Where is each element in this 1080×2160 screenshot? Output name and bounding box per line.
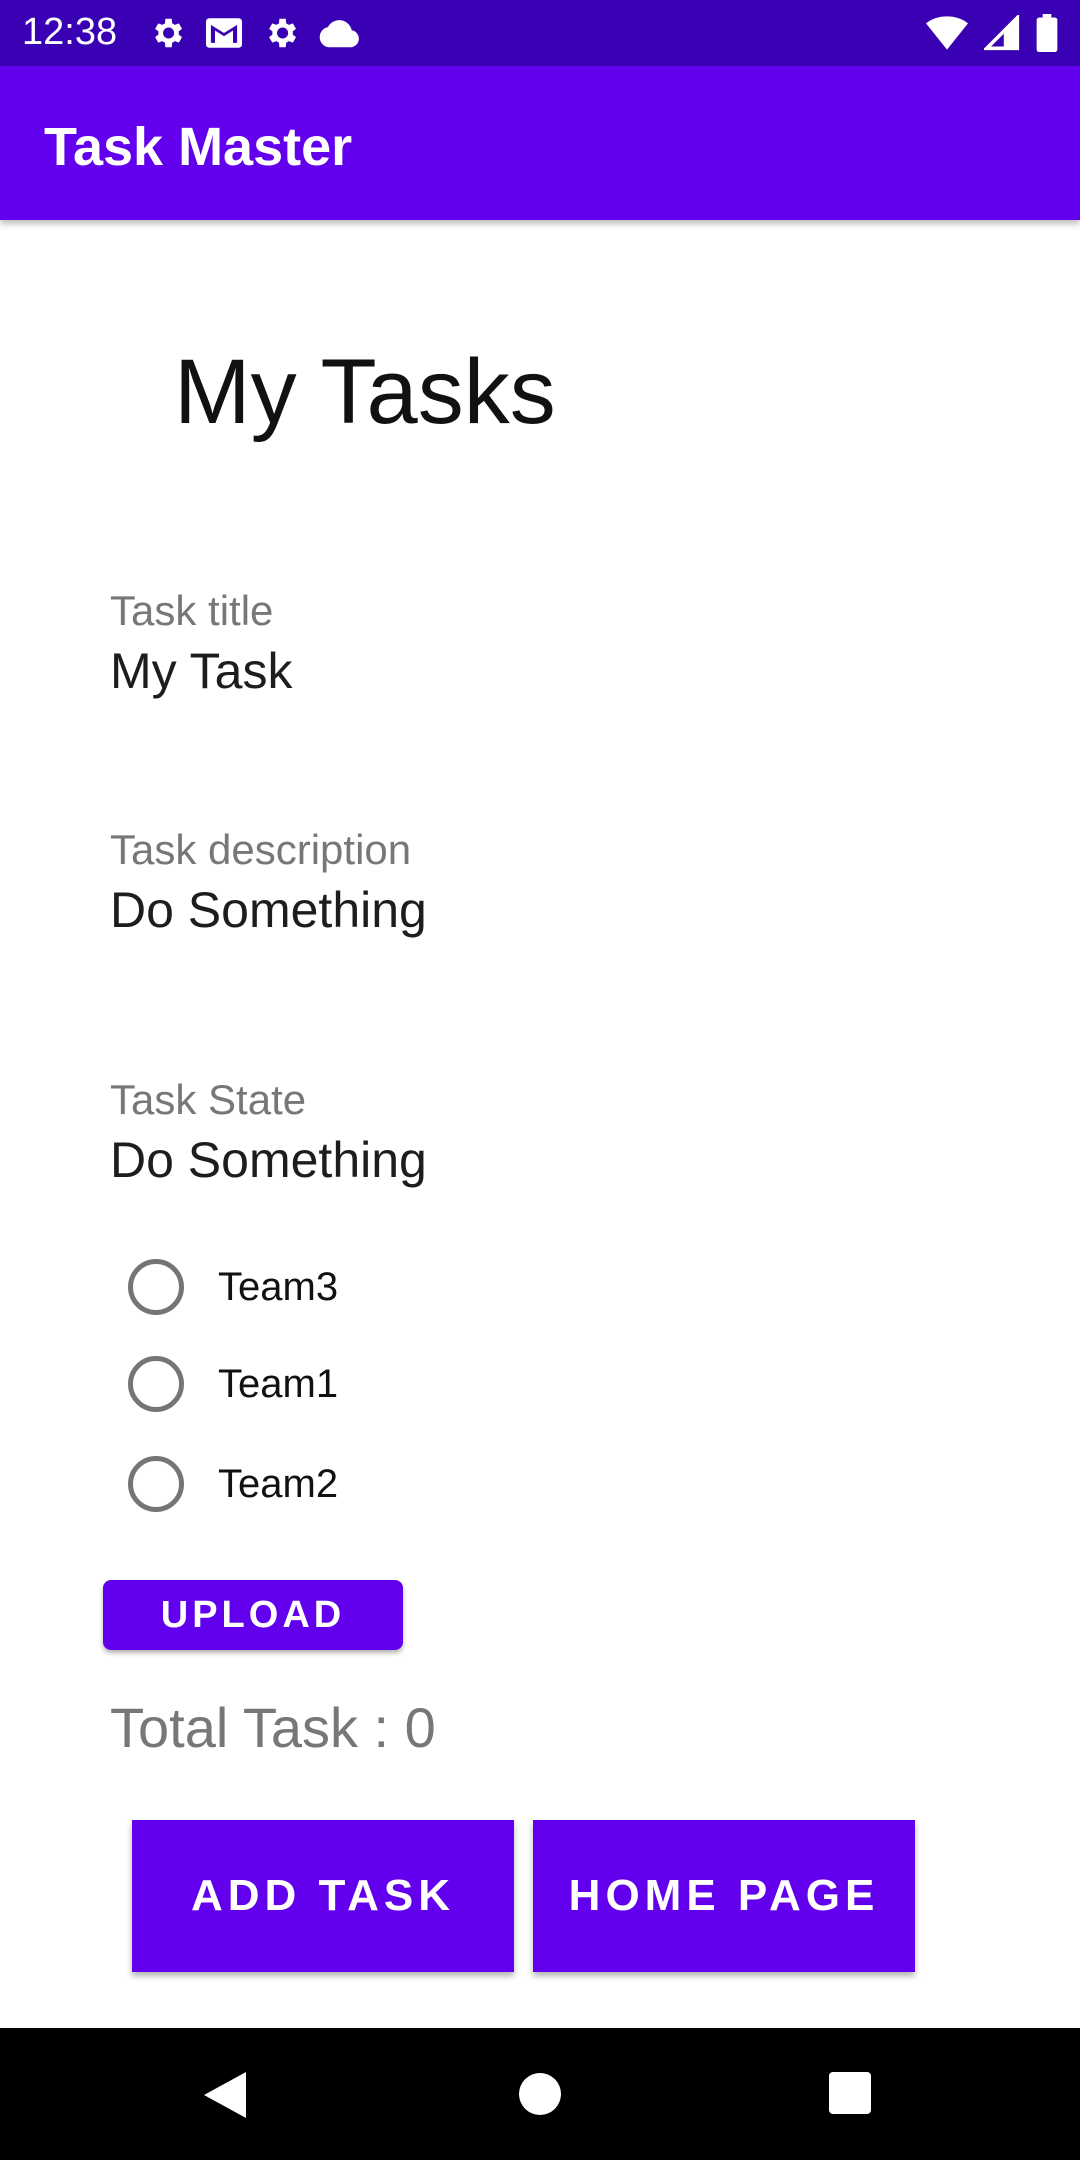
app-bar: Task Master bbox=[0, 66, 1080, 220]
status-icons-right bbox=[926, 14, 1058, 52]
radio-team3[interactable]: Team3 bbox=[128, 1257, 338, 1317]
status-icons-left bbox=[148, 14, 360, 52]
radio-button[interactable] bbox=[128, 1356, 184, 1412]
total-task-count: Total Task : 0 bbox=[110, 1696, 436, 1759]
radio-label: Team3 bbox=[218, 1264, 339, 1309]
radio-button[interactable] bbox=[128, 1259, 184, 1315]
back-icon[interactable] bbox=[204, 2072, 246, 2123]
task-description-label: Task description bbox=[110, 826, 412, 873]
radio-label: Team1 bbox=[218, 1361, 339, 1406]
app-title: Task Master bbox=[44, 117, 353, 177]
task-screen: 12:38 Task Master My Tasks Task title My… bbox=[0, 0, 1080, 2160]
home-icon[interactable] bbox=[518, 2072, 562, 2121]
add-task-button[interactable]: ADD TASK bbox=[132, 1820, 514, 1972]
gear-icon bbox=[148, 14, 186, 52]
home-page-button[interactable]: HOME PAGE bbox=[533, 1820, 915, 1972]
task-description-value: Do Something bbox=[110, 882, 427, 938]
task-state-label: Task State bbox=[110, 1076, 307, 1123]
page-title: My Tasks bbox=[174, 341, 556, 443]
wifi-icon bbox=[926, 15, 968, 51]
status-time: 12:38 bbox=[22, 11, 118, 53]
upload-button[interactable]: UPLOAD bbox=[103, 1580, 403, 1650]
battery-icon bbox=[1036, 14, 1058, 52]
gmail-icon bbox=[204, 15, 244, 51]
task-state-value: Do Something bbox=[110, 1132, 427, 1188]
task-title-label: Task title bbox=[110, 587, 274, 634]
radio-team1[interactable]: Team1 bbox=[128, 1354, 338, 1414]
recents-icon[interactable] bbox=[829, 2072, 871, 2119]
cloud-icon bbox=[318, 18, 360, 48]
navigation-bar bbox=[0, 2028, 1080, 2160]
radio-team2[interactable]: Team2 bbox=[128, 1454, 338, 1514]
radio-button[interactable] bbox=[128, 1456, 184, 1512]
gear-icon bbox=[262, 14, 300, 52]
signal-icon bbox=[984, 15, 1020, 51]
task-title-value: My Task bbox=[110, 643, 293, 699]
radio-label: Team2 bbox=[218, 1461, 339, 1506]
status-bar: 12:38 bbox=[0, 0, 1080, 66]
